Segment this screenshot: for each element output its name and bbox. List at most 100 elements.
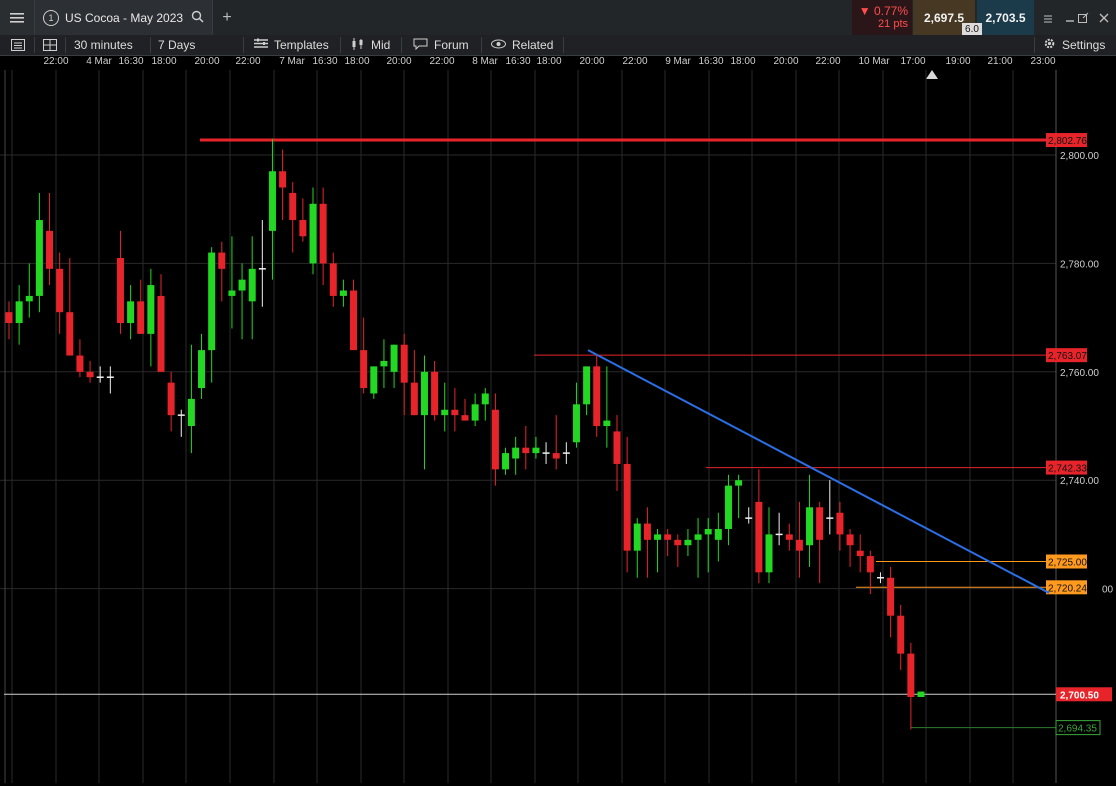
time-label: 22:00	[815, 56, 841, 67]
time-label: 22:00	[429, 56, 455, 67]
candle-body	[481, 393, 489, 405]
time-label: 18:00	[344, 56, 370, 67]
candles-icon	[351, 37, 365, 53]
change-percent: ▼ 0.77%	[858, 3, 908, 18]
templates-button[interactable]: Templates	[254, 35, 329, 55]
candle-body	[664, 534, 672, 540]
range-select[interactable]: 7 Days	[158, 35, 195, 55]
candle-body	[897, 615, 905, 654]
time-label: 7 Mar	[279, 56, 305, 67]
candle-body	[633, 523, 641, 551]
time-label: 22:00	[235, 56, 261, 67]
time-label: 21:00	[987, 56, 1013, 67]
time-label: 22:00	[622, 56, 648, 67]
candle-body	[5, 312, 13, 324]
price-chart[interactable]: 2,800.00 2,780.00 2,760.00 2,740.00 00 2,802.…	[0, 70, 1116, 783]
candle-body	[714, 528, 722, 540]
candle-body	[755, 501, 763, 573]
settings-label: Settings	[1062, 38, 1106, 52]
instrument-tab[interactable]: 1 US Cocoa - May 2023	[35, 0, 213, 35]
candle-body	[866, 556, 874, 573]
candle-body	[147, 285, 155, 334]
candle-body	[238, 279, 246, 291]
candle-body	[441, 409, 449, 416]
price-tick-label: 2,800.00	[1060, 151, 1099, 162]
candle-body	[127, 301, 135, 324]
templates-icon	[254, 38, 268, 52]
candle-body	[339, 290, 347, 296]
time-label: 23:00	[1030, 56, 1056, 67]
candle-body	[370, 366, 378, 394]
candle-body	[360, 350, 368, 389]
candle-body	[593, 366, 601, 426]
candle-body	[806, 507, 814, 546]
close-icon[interactable]	[1092, 0, 1116, 35]
candle-body	[887, 577, 895, 616]
settings-button[interactable]: Settings	[1043, 35, 1105, 55]
related-button[interactable]: Related	[491, 35, 553, 55]
candle-body	[583, 366, 591, 405]
time-axis: 22:00 4 Mar 16:30 18:00 20:00 22:00 7 Mar 16:30…	[0, 56, 1116, 70]
time-label: 16:30	[118, 56, 144, 67]
time-label: 18:00	[536, 56, 562, 67]
candle-body	[917, 691, 925, 697]
candlestick-plot[interactable]: 2,800.00 2,780.00 2,760.00 2,740.00 00 2,802.…	[0, 70, 1116, 783]
candle-body	[816, 507, 824, 540]
main-menu-button[interactable]	[0, 0, 35, 35]
time-label: 19:00	[945, 56, 971, 67]
candle-body	[56, 268, 64, 313]
candle-body	[674, 539, 682, 546]
candle-body	[228, 290, 236, 296]
candle-body	[572, 404, 580, 443]
candle-body	[410, 382, 418, 416]
candle-body	[623, 463, 631, 551]
candle-body	[795, 539, 803, 551]
candle-body	[613, 431, 621, 464]
candle-body	[735, 480, 743, 486]
time-label: 10 Mar	[858, 56, 890, 67]
templates-label: Templates	[274, 38, 329, 52]
candle-body	[218, 252, 226, 269]
time-label: 20:00	[386, 56, 412, 67]
instrument-number-badge: 1	[43, 9, 59, 26]
candle-body	[400, 344, 408, 383]
candle-body	[167, 382, 175, 416]
layout-grid-icon[interactable]	[43, 35, 57, 55]
chart-toolbar: 30 minutes 7 Days Templates Mid Forum Re…	[0, 35, 1116, 56]
candle-body	[279, 171, 287, 188]
candle-body	[289, 192, 297, 221]
time-label: 18:00	[730, 56, 756, 67]
candle-body	[471, 404, 479, 421]
level-price-label: 2,742.33	[1048, 464, 1087, 475]
search-icon[interactable]	[191, 10, 204, 26]
eye-icon	[491, 38, 506, 52]
time-label: 16:30	[505, 56, 531, 67]
candle-body	[380, 360, 388, 367]
buy-price-button[interactable]: 2,703.5	[977, 0, 1034, 35]
list-view-icon[interactable]	[11, 35, 25, 55]
candle-body	[643, 523, 651, 540]
time-label: 4 Mar	[86, 56, 112, 67]
price-type-button[interactable]: Mid	[351, 35, 390, 55]
timeframe-select[interactable]: 30 minutes	[74, 35, 133, 55]
candle-body	[522, 447, 530, 454]
candle-body	[25, 295, 33, 302]
add-tab-button[interactable]: +	[214, 0, 240, 35]
candle-body	[319, 203, 327, 264]
candle-body	[785, 534, 793, 540]
time-label: 22:00	[43, 56, 69, 67]
candle-body	[765, 534, 773, 573]
candle-body	[268, 171, 276, 231]
candle-body	[552, 453, 560, 459]
time-label: 20:00	[579, 56, 605, 67]
level-price-label: 2,763.07	[1048, 351, 1087, 362]
minimize-icon[interactable]	[1036, 0, 1060, 35]
candle-body	[431, 371, 439, 416]
gear-icon	[1043, 37, 1056, 53]
candle-body	[137, 301, 145, 334]
candle-body	[836, 512, 844, 535]
forum-button[interactable]: Forum	[413, 35, 469, 55]
time-label: 18:00	[151, 56, 177, 67]
candle-body	[502, 453, 510, 470]
candle-body	[694, 534, 702, 540]
